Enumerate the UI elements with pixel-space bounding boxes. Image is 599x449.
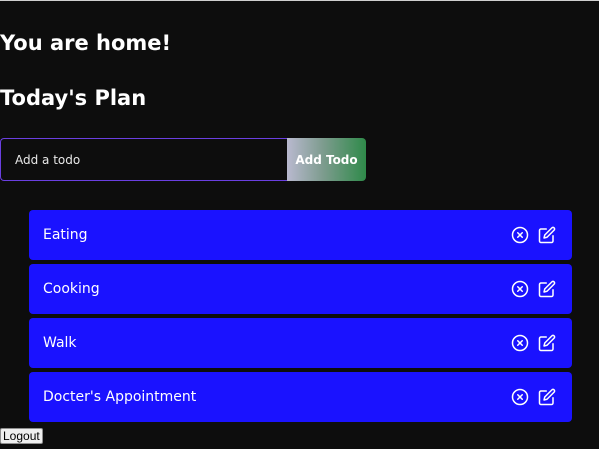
delete-icon[interactable] <box>511 280 529 298</box>
home-title: You are home! <box>0 31 172 55</box>
todo-text: Cooking <box>43 281 100 297</box>
todo-item: Walk <box>29 318 572 368</box>
delete-icon[interactable] <box>511 226 529 244</box>
todo-input[interactable] <box>0 138 287 181</box>
logout-button[interactable]: Logout <box>0 428 43 444</box>
todo-text: Eating <box>43 227 88 243</box>
add-todo-button[interactable]: Add Todo <box>287 138 366 181</box>
edit-icon[interactable] <box>538 226 556 244</box>
todo-item: Cooking <box>29 264 572 314</box>
edit-icon[interactable] <box>538 388 556 406</box>
todo-item: Eating <box>29 210 572 260</box>
todo-list: Eating Cooking Walk Docter's Appointment <box>29 210 572 426</box>
todo-actions <box>511 226 556 244</box>
edit-icon[interactable] <box>538 280 556 298</box>
delete-icon[interactable] <box>511 388 529 406</box>
plan-title: Today's Plan <box>0 86 147 110</box>
delete-icon[interactable] <box>511 334 529 352</box>
todo-item: Docter's Appointment <box>29 372 572 422</box>
todo-actions <box>511 334 556 352</box>
add-todo-form: Add Todo <box>0 138 366 181</box>
todo-actions <box>511 388 556 406</box>
todo-actions <box>511 280 556 298</box>
todo-text: Walk <box>43 335 77 351</box>
edit-icon[interactable] <box>538 334 556 352</box>
todo-text: Docter's Appointment <box>43 389 197 405</box>
app-container: You are home! Today's Plan Add Todo Eati… <box>0 0 599 449</box>
